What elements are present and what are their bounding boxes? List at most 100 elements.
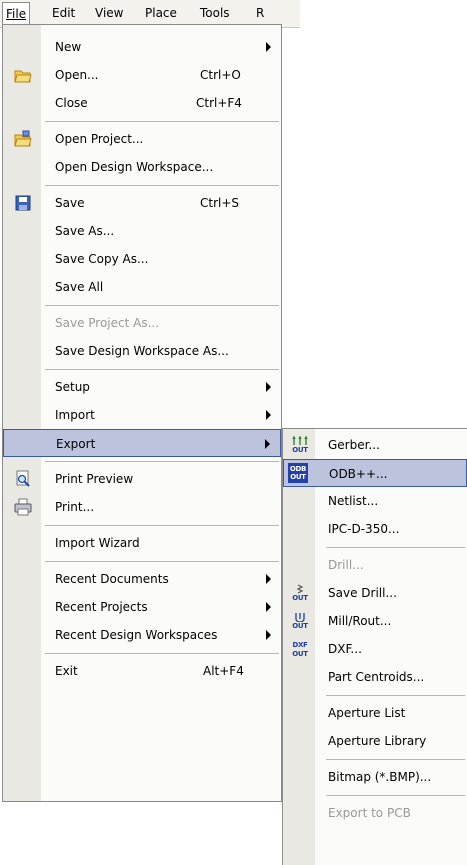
menu-item-mill-rout[interactable]: OUT Mill/Rout...: [283, 607, 467, 635]
file-menu: New Open... Ctrl+O Close Ctrl+F4 Open Pr…: [2, 24, 282, 802]
menu-item-label: Print Preview: [55, 472, 134, 486]
menu-item-label: IPC-D-350...: [328, 522, 400, 536]
save-floppy-icon: [15, 195, 31, 211]
menu-item-label: New: [55, 40, 82, 54]
menu-item-label: Open...: [55, 68, 99, 82]
menu-item-part-centroids[interactable]: Part Centroids...: [283, 663, 467, 691]
mill-out-icon: OUT: [289, 612, 308, 630]
menu-item-open[interactable]: Open... Ctrl+O: [3, 61, 281, 89]
menu-separator: [326, 795, 465, 796]
menu-separator: [45, 653, 279, 654]
menu-item-label: Aperture Library: [328, 734, 427, 748]
menu-item-import[interactable]: Import: [3, 401, 281, 429]
menu-item-gerber[interactable]: OUT Gerber...: [283, 431, 467, 459]
menu-item-bitmap[interactable]: Bitmap (*.BMP)...: [283, 763, 467, 791]
open-project-icon: [14, 130, 32, 147]
menu-item-label: Save Project As...: [55, 316, 160, 330]
menu-reports[interactable]: R: [256, 6, 264, 21]
menu-place[interactable]: Place: [145, 6, 177, 21]
menu-item-recent-workspaces[interactable]: Recent Design Workspaces: [3, 621, 281, 649]
menu-item-label: Open Design Workspace...: [55, 160, 214, 174]
menu-separator: [326, 695, 465, 696]
menu-item-dxf[interactable]: DXF OUT DXF...: [283, 635, 467, 663]
menu-separator: [45, 525, 279, 526]
menu-item-aperture-library[interactable]: Aperture Library: [283, 727, 467, 755]
menu-item-label: Recent Documents: [55, 572, 169, 586]
menu-item-netlist[interactable]: Netlist...: [283, 487, 467, 515]
menu-edit[interactable]: Edit: [52, 6, 75, 21]
shortcut-label: Ctrl+S: [200, 196, 240, 210]
submenu-arrow-icon: [266, 410, 271, 420]
open-folder-icon: [14, 70, 32, 83]
menu-item-export[interactable]: Export: [3, 429, 281, 457]
submenu-arrow-icon: [266, 602, 271, 612]
submenu-arrow-icon: [266, 630, 271, 640]
menu-item-save-all[interactable]: Save All: [3, 273, 281, 301]
menu-item-label: Bitmap (*.BMP)...: [328, 770, 432, 784]
drill-out-icon: OUT: [289, 584, 308, 602]
menu-file[interactable]: File: [2, 2, 31, 25]
menu-item-label: Import: [55, 408, 95, 422]
dxf-out-icon: DXF OUT: [292, 641, 308, 658]
menu-item-open-workspace[interactable]: Open Design Workspace...: [3, 153, 281, 181]
menu-item-import-wizard[interactable]: Import Wizard: [3, 529, 281, 557]
menu-item-recent-documents[interactable]: Recent Documents: [3, 565, 281, 593]
submenu-arrow-icon: [266, 42, 271, 52]
menu-view[interactable]: View: [95, 6, 123, 21]
gerber-out-icon: OUT: [289, 436, 308, 454]
menu-item-label: Exit: [55, 664, 78, 678]
menu-item-label: Netlist...: [328, 494, 379, 508]
menu-item-label: Close: [55, 96, 88, 110]
menu-item-print[interactable]: Print...: [3, 493, 281, 521]
menu-item-save-copy-as[interactable]: Save Copy As...: [3, 245, 281, 273]
menu-item-label: DXF...: [328, 642, 362, 656]
menu-tools[interactable]: Tools: [200, 6, 230, 21]
menu-item-odb[interactable]: ODB OUT ODB++...: [283, 459, 467, 487]
menu-item-save-project-as: Save Project As...: [3, 309, 281, 337]
menu-item-label: Drill...: [328, 558, 364, 572]
odb-out-icon: ODB OUT: [288, 463, 308, 483]
menu-item-save-as[interactable]: Save As...: [3, 217, 281, 245]
print-preview-icon: [16, 470, 30, 487]
menu-item-recent-projects[interactable]: Recent Projects: [3, 593, 281, 621]
menu-separator: [45, 369, 279, 370]
menu-item-close[interactable]: Close Ctrl+F4: [3, 89, 281, 117]
menu-item-label: Save Drill...: [328, 586, 397, 600]
menu-item-ipc-d-350[interactable]: IPC-D-350...: [283, 515, 467, 543]
menu-item-label: Export to PCB: [328, 806, 411, 820]
menu-item-label: Part Centroids...: [328, 670, 425, 684]
submenu-arrow-icon: [266, 574, 271, 584]
printer-icon: [14, 498, 32, 516]
menu-item-label: Gerber...: [328, 438, 380, 452]
menu-separator: [45, 561, 279, 562]
menu-item-label: Recent Projects: [55, 600, 148, 614]
menu-item-label: Open Project...: [55, 132, 144, 146]
menu-item-aperture-list[interactable]: Aperture List: [283, 699, 467, 727]
menu-item-exit[interactable]: Exit Alt+F4: [3, 657, 281, 685]
shortcut-label: Alt+F4: [203, 664, 244, 678]
menu-item-export-to-pcb: Export to PCB: [283, 799, 467, 827]
menu-item-print-preview[interactable]: Print Preview: [3, 465, 281, 493]
export-submenu: OUT Gerber... ODB OUT ODB++... Netlist..…: [282, 428, 467, 865]
menu-item-label: Export: [56, 437, 96, 451]
menu-item-save[interactable]: Save Ctrl+S: [3, 189, 281, 217]
menu-separator: [45, 305, 279, 306]
menu-separator: [45, 121, 279, 122]
menu-item-label: Save Design Workspace As...: [55, 344, 229, 358]
menu-item-label: Print...: [55, 500, 95, 514]
menu-item-label: ODB++...: [329, 467, 388, 481]
menu-item-open-project[interactable]: Open Project...: [3, 125, 281, 153]
menu-item-label: Setup: [55, 380, 90, 394]
submenu-arrow-icon: [266, 382, 271, 392]
menu-separator: [326, 547, 465, 548]
menu-separator: [45, 461, 279, 462]
menu-item-setup[interactable]: Setup: [3, 373, 281, 401]
menu-item-new[interactable]: New: [3, 33, 281, 61]
menu-item-drill: Drill...: [283, 551, 467, 579]
menu-item-save-workspace-as[interactable]: Save Design Workspace As...: [3, 337, 281, 365]
menu-item-label: Mill/Rout...: [328, 614, 392, 628]
menu-item-label: Save Copy As...: [55, 252, 149, 266]
submenu-arrow-icon: [265, 439, 270, 449]
shortcut-label: Ctrl+F4: [196, 96, 242, 110]
menu-item-save-drill[interactable]: OUT Save Drill...: [283, 579, 467, 607]
